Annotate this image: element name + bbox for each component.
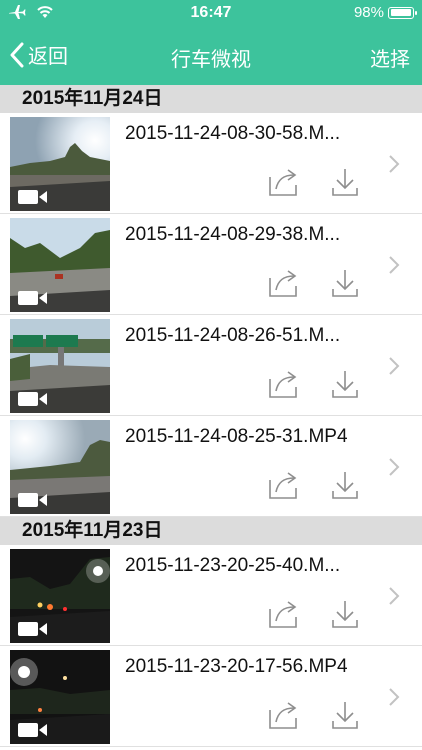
- video-camera-icon: [18, 622, 47, 636]
- battery-status: 98%: [353, 4, 417, 21]
- video-camera-icon: [18, 190, 47, 204]
- nav-bar: 返回 行车微视 选择: [0, 26, 422, 85]
- video-filename: 2015-11-24-08-29-38.M...: [125, 224, 341, 245]
- video-row[interactable]: 2015-11-23-20-25-40.M...: [0, 545, 422, 646]
- video-thumbnail[interactable]: [10, 319, 110, 413]
- video-filename: 2015-11-23-20-17-56.MP4: [125, 656, 348, 677]
- video-camera-icon: [18, 493, 47, 507]
- chevron-right-icon: [389, 256, 400, 274]
- video-row[interactable]: 2015-11-24-08-26-51.M...: [0, 315, 422, 416]
- chevron-right-icon: [389, 587, 400, 605]
- video-row[interactable]: 2015-11-24-08-30-58.M...: [0, 113, 422, 214]
- video-row[interactable]: 2015-11-24-08-29-38.M...: [0, 214, 422, 315]
- video-thumbnail[interactable]: [10, 420, 110, 514]
- video-filename: 2015-11-23-20-25-40.M...: [125, 555, 341, 576]
- video-row[interactable]: 2015-11-24-08-25-31.MP4: [0, 416, 422, 517]
- video-camera-icon: [18, 392, 47, 406]
- download-icon[interactable]: [330, 470, 360, 500]
- video-thumbnail[interactable]: [10, 218, 110, 312]
- video-camera-icon: [18, 723, 47, 737]
- video-thumbnail[interactable]: [10, 650, 110, 744]
- chevron-right-icon: [389, 458, 400, 476]
- share-icon[interactable]: [268, 599, 300, 629]
- download-icon[interactable]: [330, 599, 360, 629]
- download-icon[interactable]: [330, 369, 360, 399]
- share-icon[interactable]: [268, 369, 300, 399]
- video-row[interactable]: 2015-11-23-20-17-56.MP4: [0, 646, 422, 747]
- page-title: 行车微视: [171, 49, 251, 71]
- download-icon[interactable]: [330, 167, 360, 197]
- share-icon[interactable]: [268, 470, 300, 500]
- chevron-right-icon: [389, 155, 400, 173]
- status-bar: 16:47 98%: [0, 0, 422, 26]
- download-icon[interactable]: [330, 700, 360, 730]
- battery-icon: [388, 6, 417, 19]
- section-header: 2015年11月23日: [0, 517, 422, 545]
- video-thumbnail[interactable]: [10, 117, 110, 211]
- chevron-right-icon: [389, 688, 400, 706]
- video-filename: 2015-11-24-08-30-58.M...: [125, 123, 341, 144]
- section-header: 2015年11月24日: [0, 85, 422, 113]
- video-filename: 2015-11-24-08-26-51.M...: [125, 325, 341, 346]
- video-camera-icon: [18, 291, 47, 305]
- share-icon[interactable]: [268, 268, 300, 298]
- download-icon[interactable]: [330, 268, 360, 298]
- video-thumbnail[interactable]: [10, 549, 110, 643]
- share-icon[interactable]: [268, 167, 300, 197]
- battery-percent: 98%: [353, 4, 384, 21]
- select-button[interactable]: 选择: [370, 43, 410, 72]
- video-filename: 2015-11-24-08-25-31.MP4: [125, 426, 348, 447]
- chevron-right-icon: [389, 357, 400, 375]
- share-icon[interactable]: [268, 700, 300, 730]
- video-list: 2015年11月24日 2015-11-24-08-30-58.M... 201…: [0, 85, 422, 747]
